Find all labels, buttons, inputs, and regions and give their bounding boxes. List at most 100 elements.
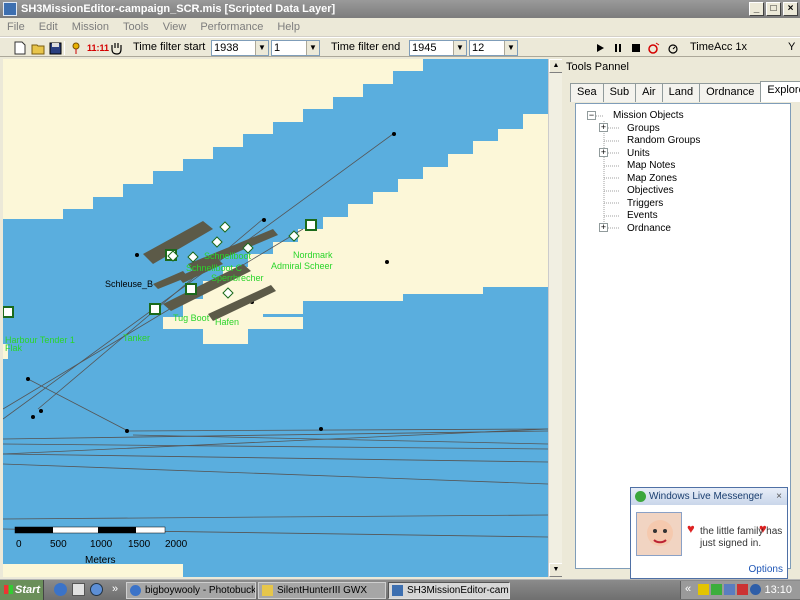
pause-icon[interactable] [610,40,626,56]
tree-item-groups[interactable]: Groups [627,123,660,135]
end-year-select[interactable]: 1945 ▼ [409,40,467,56]
tray-chevron[interactable]: « [685,583,691,595]
folder-icon [262,585,273,596]
quicklaunch-chevron[interactable]: » [112,583,118,595]
scale-unit-label: Meters [85,555,116,566]
scale-tick-2000: 2000 [165,539,188,550]
menu-view[interactable]: View [156,21,194,33]
start-year-select[interactable]: 1938 ▼ [211,40,269,56]
notification-options-link[interactable]: Options [749,564,783,575]
menu-performance[interactable]: Performance [193,21,270,33]
scroll-down-icon[interactable]: ▼ [549,563,563,577]
scale-bar [14,526,166,534]
close-icon[interactable]: × [776,488,782,505]
map-label: Schleuse_B [105,279,153,289]
toolbar-edge-letter: Y [788,41,796,53]
tab-land[interactable]: Land [661,83,701,102]
title-bar: SH3MissionEditor-campaign_SCR.mis [Scrip… [0,0,800,18]
chevron-down-icon: ▼ [306,41,319,55]
messenger-quicklaunch-icon[interactable] [90,583,103,596]
tab-explorer[interactable]: Explorer [760,81,800,102]
windows-logo-icon [4,585,13,594]
scale-tick-1000: 1000 [90,539,113,550]
tab-air[interactable]: Air [635,83,663,102]
task-silenthunter-folder[interactable]: SilentHunterIII GWX [258,582,386,599]
ie-icon[interactable] [54,583,67,596]
time-filter-end-label: Time filter end [331,41,401,53]
map-label: Admiral Scheer [271,261,333,271]
map-canvas[interactable]: Schleuse_B Nordmark Admiral Scheer Schne… [3,59,548,577]
taskbar-clock[interactable]: 13:10 [764,584,792,596]
menu-edit[interactable]: Edit [32,21,65,33]
open-folder-icon[interactable] [30,40,46,56]
save-icon[interactable] [47,40,63,56]
app-icon [3,2,17,16]
end-month-select[interactable]: 12 ▼ [469,40,518,56]
menu-tools[interactable]: Tools [116,21,156,33]
task-photobucket[interactable]: bigboywooly - Photobuck... [126,582,256,599]
map-label: Flak [5,343,23,353]
tab-sea[interactable]: Sea [570,83,604,102]
play-icon[interactable] [592,40,608,56]
map-view[interactable]: Schleuse_B Nordmark Admiral Scheer Schne… [3,59,548,577]
new-file-icon[interactable] [12,40,28,56]
tray-update-icon[interactable] [750,584,761,595]
tree-item-map-notes[interactable]: Map Notes [627,160,675,172]
minimize-button[interactable]: _ [749,2,764,16]
map-label: Schnellboot C [186,263,243,273]
tree-item-map-zones[interactable]: Map Zones [627,173,677,185]
tray-antivirus-icon[interactable] [737,584,748,595]
start-button[interactable]: Start [0,580,44,600]
expand-icon[interactable]: + [599,123,608,132]
menu-file[interactable]: File [0,21,32,33]
tools-panel-title: Tools Pannel [566,61,629,73]
notification-header: Windows Live Messenger × [631,488,787,505]
tree-root-mission-objects[interactable]: Mission Objects [613,110,684,122]
tree-item-triggers[interactable]: Triggers [627,198,663,210]
expand-icon[interactable]: + [599,148,608,157]
taskbar: Start » bigboywooly - Photobuck... Silen… [0,579,800,600]
window-title: SH3MissionEditor-campaign_SCR.mis [Scrip… [21,3,336,15]
tree-item-objectives[interactable]: Objectives [627,185,674,197]
menu-help[interactable]: Help [270,21,307,33]
pin-icon[interactable] [68,40,84,56]
map-label: Sperrbrecher [211,273,264,283]
messenger-icon [635,491,646,502]
tab-ordnance[interactable]: Ordnance [699,83,762,102]
chevron-down-icon: ▼ [504,41,517,55]
task-mission-editor[interactable]: SH3MissionEditor-campai... [388,582,510,599]
timer-icon[interactable] [665,40,681,56]
tray-shield-icon[interactable] [711,584,722,595]
clock-icon[interactable]: 11:11 [87,40,109,56]
hand-pan-icon[interactable] [108,40,124,56]
menu-mission[interactable]: Mission [65,21,116,33]
tree-lines [592,115,620,231]
start-month-select[interactable]: 1 ▼ [271,40,320,56]
maximize-button[interactable]: □ [766,2,781,16]
tools-panel-tabs: Sea Sub Air Land Ordnance Explorer [570,81,800,102]
close-button[interactable]: × [783,2,798,16]
tree-item-random-groups[interactable]: Random Groups [627,135,700,147]
map-label: Tug Boot [173,313,210,323]
toolbar: 11:11 Time filter start 1938 ▼ 1 ▼ Time fi… [0,37,800,57]
record-icon[interactable] [646,40,662,56]
scroll-up-icon[interactable]: ▲ [549,59,563,73]
scale-tick-1500: 1500 [128,539,151,550]
tree-item-ordnance[interactable]: Ordnance [627,223,671,235]
expand-icon[interactable]: + [599,223,608,232]
tray-hand-icon[interactable] [698,584,709,595]
scale-tick-500: 500 [50,539,67,550]
tray-network-icon[interactable] [724,584,735,595]
collapse-icon[interactable]: − [587,111,596,120]
tab-sub[interactable]: Sub [602,83,637,102]
tree-item-events[interactable]: Events [627,210,658,222]
desktop-icon[interactable] [72,583,85,596]
app-icon [392,585,403,596]
stop-icon[interactable] [628,40,644,56]
water-area [3,59,548,334]
chevron-down-icon: ▼ [255,41,268,55]
system-tray: « 13:10 [680,581,800,599]
messenger-notification[interactable]: Windows Live Messenger × ♥ ♥ the little … [630,487,788,579]
tree-item-units[interactable]: Units [627,148,650,160]
map-vertical-scrollbar[interactable]: ▲ ▼ [548,59,563,577]
